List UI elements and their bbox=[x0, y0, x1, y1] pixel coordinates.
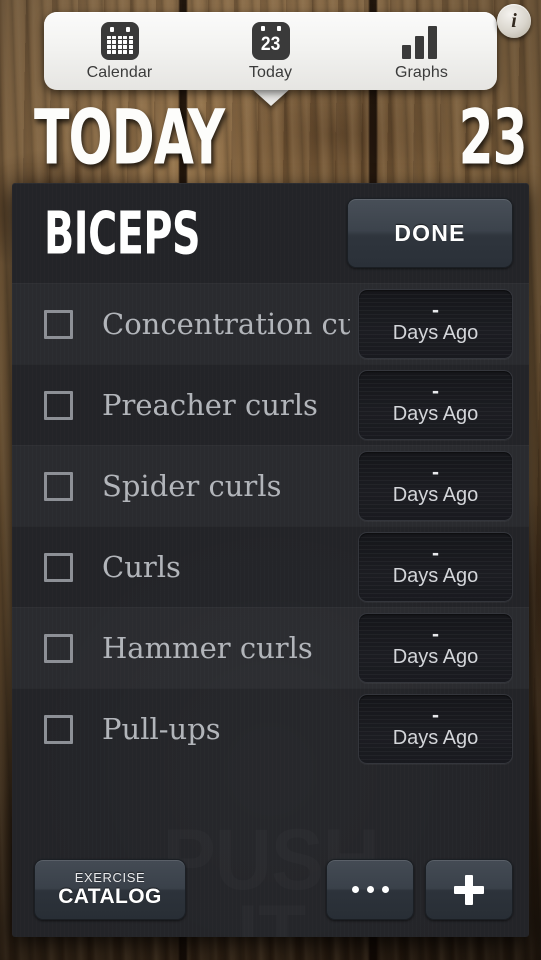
muscle-group-title: BICEPS bbox=[44, 198, 201, 268]
exercise-catalog-button-label: CATALOG bbox=[58, 885, 162, 909]
tab-today[interactable]: 23 Today bbox=[195, 12, 346, 90]
top-tabbar: Calendar 23 Today Graphs bbox=[44, 12, 497, 90]
day-number: 23 bbox=[458, 92, 528, 182]
days-ago-label: Days Ago bbox=[392, 403, 479, 425]
exercise-checkbox[interactable] bbox=[44, 633, 73, 663]
calendar-date-icon: 23 bbox=[251, 21, 290, 61]
exercise-panel: PUSH IT BICEPS DONE Concentration cu... … bbox=[12, 183, 529, 937]
days-ago-value: - bbox=[432, 380, 439, 403]
tab-today-label: Today bbox=[248, 63, 293, 81]
days-ago-label: Days Ago bbox=[392, 322, 479, 344]
days-ago-label: Days Ago bbox=[392, 565, 479, 587]
table-row[interactable]: Concentration cu... - Days Ago bbox=[12, 283, 529, 364]
tab-graphs[interactable]: Graphs bbox=[346, 12, 497, 90]
app-root: Calendar 23 Today Graphs i TODAY 23 BICE… bbox=[0, 0, 541, 960]
days-ago-value: - bbox=[432, 299, 439, 322]
table-row[interactable]: Spider curls - Days Ago bbox=[12, 445, 529, 526]
calendar-icon bbox=[100, 21, 139, 61]
exercise-name: Curls bbox=[102, 550, 181, 584]
day-header: TODAY 23 bbox=[0, 92, 541, 182]
done-button-label: DONE bbox=[394, 219, 466, 246]
exercise-name: Hammer curls bbox=[102, 631, 313, 665]
exercise-checkbox[interactable] bbox=[44, 714, 73, 744]
days-ago-badge[interactable]: - Days Ago bbox=[358, 451, 513, 521]
done-button[interactable]: DONE bbox=[347, 198, 513, 268]
exercise-checkbox[interactable] bbox=[44, 309, 73, 339]
add-exercise-button[interactable] bbox=[425, 859, 513, 920]
active-tab-notch bbox=[251, 88, 291, 106]
days-ago-value: - bbox=[432, 542, 439, 565]
exercise-name: Concentration cu... bbox=[102, 307, 350, 341]
exercise-checkbox[interactable] bbox=[44, 552, 73, 582]
info-icon[interactable]: i bbox=[497, 4, 531, 38]
tab-calendar[interactable]: Calendar bbox=[44, 12, 195, 90]
table-row[interactable]: Hammer curls - Days Ago bbox=[12, 607, 529, 688]
tab-calendar-label: Calendar bbox=[86, 63, 153, 81]
bar-chart-icon bbox=[401, 21, 442, 61]
table-row[interactable]: Curls - Days Ago bbox=[12, 526, 529, 607]
days-ago-badge[interactable]: - Days Ago bbox=[358, 370, 513, 440]
page-title: TODAY bbox=[34, 92, 225, 182]
table-row[interactable]: Preacher curls - Days Ago bbox=[12, 364, 529, 445]
exercise-catalog-button-subtitle: EXERCISE bbox=[74, 869, 146, 885]
calendar-date-icon-number: 23 bbox=[260, 33, 281, 55]
tab-graphs-label: Graphs bbox=[394, 63, 449, 81]
more-options-button[interactable] bbox=[326, 859, 414, 920]
ellipsis-icon bbox=[351, 886, 389, 893]
days-ago-badge[interactable]: - Days Ago bbox=[358, 532, 513, 602]
table-row[interactable]: Pull-ups - Days Ago bbox=[12, 688, 529, 769]
exercise-name: Spider curls bbox=[102, 469, 282, 503]
panel-header: BICEPS DONE bbox=[12, 183, 529, 283]
bottom-toolbar: EXERCISE CATALOG bbox=[12, 842, 529, 937]
exercise-name: Pull-ups bbox=[102, 712, 221, 746]
exercise-checkbox[interactable] bbox=[44, 471, 73, 501]
days-ago-label: Days Ago bbox=[392, 646, 479, 668]
exercise-catalog-button[interactable]: EXERCISE CATALOG bbox=[34, 859, 186, 920]
days-ago-value: - bbox=[432, 623, 439, 646]
exercise-name: Preacher curls bbox=[102, 388, 318, 422]
info-icon-glyph: i bbox=[511, 10, 517, 32]
exercise-checkbox[interactable] bbox=[44, 390, 73, 420]
days-ago-badge[interactable]: - Days Ago bbox=[358, 289, 513, 359]
plus-icon bbox=[454, 874, 484, 905]
days-ago-badge[interactable]: - Days Ago bbox=[358, 613, 513, 683]
days-ago-label: Days Ago bbox=[392, 727, 479, 749]
days-ago-label: Days Ago bbox=[392, 484, 479, 506]
days-ago-value: - bbox=[432, 461, 439, 484]
days-ago-badge[interactable]: - Days Ago bbox=[358, 694, 513, 764]
exercise-list: Concentration cu... - Days Ago Preacher … bbox=[12, 283, 529, 769]
days-ago-value: - bbox=[432, 704, 439, 727]
